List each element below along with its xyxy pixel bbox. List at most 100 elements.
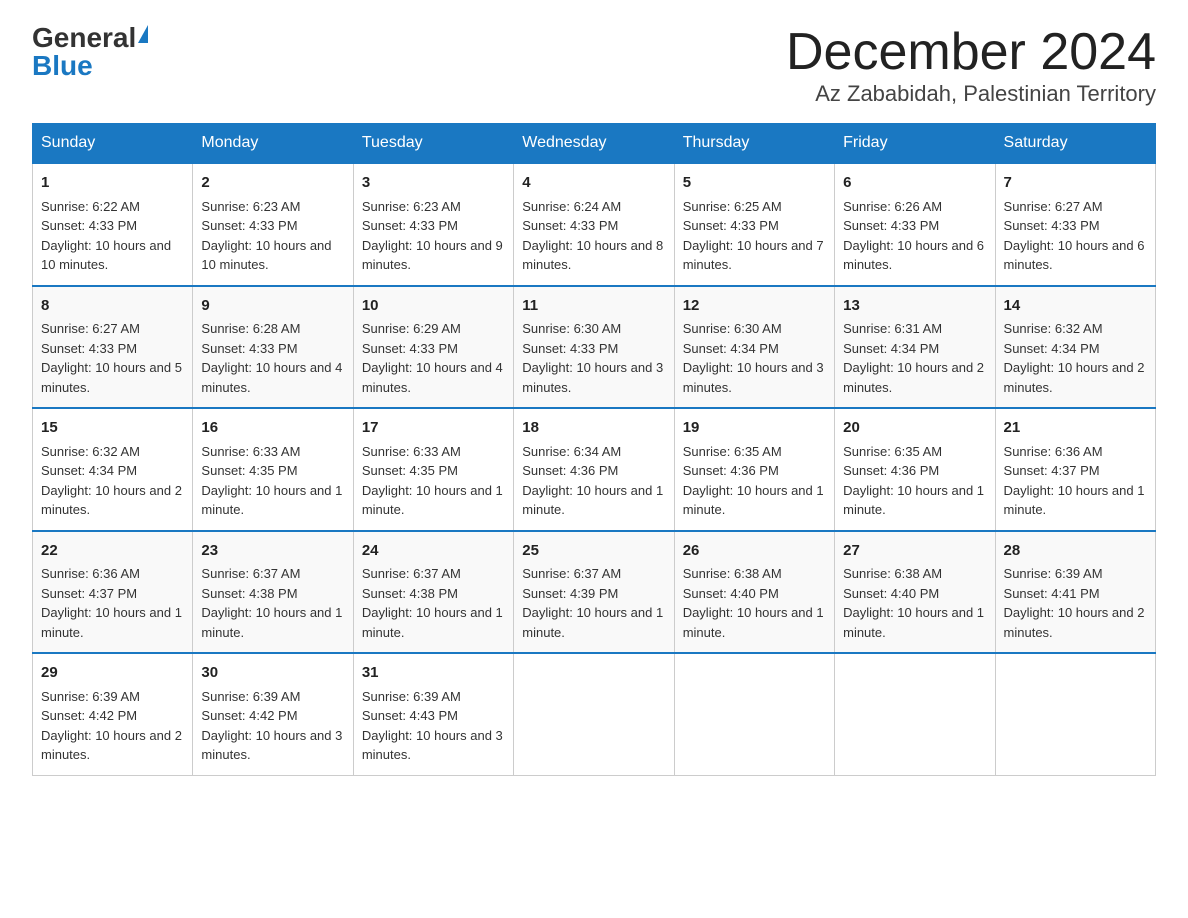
sunset-text: Sunset: 4:40 PM: [843, 586, 939, 601]
sunset-text: Sunset: 4:34 PM: [843, 341, 939, 356]
sunrise-text: Sunrise: 6:32 AM: [41, 444, 140, 459]
day-number: 10: [362, 295, 505, 318]
table-row: 28Sunrise: 6:39 AMSunset: 4:41 PMDayligh…: [995, 531, 1155, 654]
sunrise-text: Sunrise: 6:29 AM: [362, 321, 461, 336]
sunrise-text: Sunrise: 6:39 AM: [1004, 566, 1103, 581]
sunrise-text: Sunrise: 6:25 AM: [683, 199, 782, 214]
table-row: 20Sunrise: 6:35 AMSunset: 4:36 PMDayligh…: [835, 408, 995, 531]
table-row: 22Sunrise: 6:36 AMSunset: 4:37 PMDayligh…: [33, 531, 193, 654]
table-row: 18Sunrise: 6:34 AMSunset: 4:36 PMDayligh…: [514, 408, 674, 531]
sunset-text: Sunset: 4:33 PM: [522, 218, 618, 233]
daylight-text: Daylight: 10 hours and 1 minute.: [522, 605, 663, 640]
daylight-text: Daylight: 10 hours and 1 minute.: [522, 483, 663, 518]
day-number: 16: [201, 417, 344, 440]
table-row: 23Sunrise: 6:37 AMSunset: 4:38 PMDayligh…: [193, 531, 353, 654]
logo: General Blue: [32, 24, 148, 80]
calendar-week-3: 15Sunrise: 6:32 AMSunset: 4:34 PMDayligh…: [33, 408, 1156, 531]
day-number: 9: [201, 295, 344, 318]
sunset-text: Sunset: 4:35 PM: [201, 463, 297, 478]
table-row: 4 Sunrise: 6:24 AM Sunset: 4:33 PM Daylight…: [514, 163, 674, 286]
table-row: 17Sunrise: 6:33 AMSunset: 4:35 PMDayligh…: [353, 408, 513, 531]
day-number: 15: [41, 417, 184, 440]
sunset-text: Sunset: 4:33 PM: [522, 341, 618, 356]
sunrise-text: Sunrise: 6:24 AM: [522, 199, 621, 214]
daylight-text: Daylight: 10 hours and 10 minutes.: [201, 238, 331, 273]
table-row: [674, 653, 834, 775]
sunrise-text: Sunrise: 6:31 AM: [843, 321, 942, 336]
table-row: [835, 653, 995, 775]
sunset-text: Sunset: 4:35 PM: [362, 463, 458, 478]
day-number: 27: [843, 540, 986, 563]
daylight-text: Daylight: 10 hours and 2 minutes.: [1004, 360, 1145, 395]
table-row: 19Sunrise: 6:35 AMSunset: 4:36 PMDayligh…: [674, 408, 834, 531]
daylight-text: Daylight: 10 hours and 6 minutes.: [843, 238, 984, 273]
day-number: 29: [41, 662, 184, 685]
table-row: 10Sunrise: 6:29 AMSunset: 4:33 PMDayligh…: [353, 286, 513, 409]
day-number: 4: [522, 172, 665, 195]
sunrise-text: Sunrise: 6:35 AM: [683, 444, 782, 459]
daylight-text: Daylight: 10 hours and 1 minute.: [843, 605, 984, 640]
sunrise-text: Sunrise: 6:35 AM: [843, 444, 942, 459]
table-row: 29Sunrise: 6:39 AMSunset: 4:42 PMDayligh…: [33, 653, 193, 775]
col-monday: Monday: [193, 124, 353, 164]
daylight-text: Daylight: 10 hours and 4 minutes.: [201, 360, 342, 395]
sunset-text: Sunset: 4:34 PM: [683, 341, 779, 356]
daylight-text: Daylight: 10 hours and 3 minutes.: [201, 728, 342, 763]
sunrise-text: Sunrise: 6:22 AM: [41, 199, 140, 214]
logo-blue: Blue: [32, 52, 93, 80]
table-row: 2Sunrise: 6:23 AMSunset: 4:33 PMDaylight…: [193, 163, 353, 286]
sunset-text: Sunset: 4:33 PM: [362, 218, 458, 233]
sunrise-text: Sunrise: 6:37 AM: [362, 566, 461, 581]
col-wednesday: Wednesday: [514, 124, 674, 164]
sunrise-text: Sunrise: 6:38 AM: [683, 566, 782, 581]
table-row: 14Sunrise: 6:32 AMSunset: 4:34 PMDayligh…: [995, 286, 1155, 409]
calendar-week-5: 29 Sunrise: 6:39 AM Sunset: 4:42 PM Dayligh…: [33, 653, 1156, 775]
sunrise-text: Sunrise: 6:38 AM: [843, 566, 942, 581]
day-number: 6: [843, 172, 986, 195]
daylight-text: Daylight: 10 hours and 1 minute.: [362, 605, 503, 640]
sunrise-text: Sunrise: 6:39 AM: [362, 689, 461, 704]
sunset-text: Sunset: 4:38 PM: [201, 586, 297, 601]
sunset-text: Sunset: 4:33 PM: [41, 341, 137, 356]
daylight-text: Daylight: 10 hours and 5 minutes.: [41, 360, 182, 395]
daylight-text: Daylight: 10 hours and 7 minutes.: [683, 238, 824, 273]
daylight-text: Daylight: 10 hours and 3 minutes.: [683, 360, 824, 395]
table-row: 15Sunrise: 6:32 AMSunset: 4:34 PMDayligh…: [33, 408, 193, 531]
sunset-text: Sunset: 4:40 PM: [683, 586, 779, 601]
day-number: 14: [1004, 295, 1147, 318]
sunset-text: Sunset: 4:42 PM: [41, 708, 137, 723]
table-row: 13Sunrise: 6:31 AMSunset: 4:34 PMDayligh…: [835, 286, 995, 409]
table-row: 1Sunrise: 6:22 AMSunset: 4:33 PMDaylight…: [33, 163, 193, 286]
table-row: 9Sunrise: 6:28 AMSunset: 4:33 PMDaylight…: [193, 286, 353, 409]
calendar-week-2: 8Sunrise: 6:27 AMSunset: 4:33 PMDaylight…: [33, 286, 1156, 409]
sunrise-text: Sunrise: 6:26 AM: [843, 199, 942, 214]
sunrise-text: Sunrise: 6:34 AM: [522, 444, 621, 459]
day-number: 11: [522, 295, 665, 318]
day-number: 31: [362, 662, 505, 685]
table-row: [995, 653, 1155, 775]
daylight-text: Daylight: 10 hours and 1 minute.: [201, 483, 342, 518]
day-number: 23: [201, 540, 344, 563]
sunset-text: Sunset: 4:36 PM: [683, 463, 779, 478]
page-header: General Blue December 2024 Az Zababidah,…: [32, 24, 1156, 107]
day-number: 21: [1004, 417, 1147, 440]
daylight-text: Daylight: 10 hours and 1 minute.: [362, 483, 503, 518]
col-tuesday: Tuesday: [353, 124, 513, 164]
sunset-text: Sunset: 4:37 PM: [41, 586, 137, 601]
daylight-text: Daylight: 10 hours and 3 minutes.: [362, 728, 503, 763]
sunset-text: Sunset: 4:33 PM: [201, 341, 297, 356]
day-number: 1: [41, 172, 184, 195]
day-number: 13: [843, 295, 986, 318]
daylight-text: Daylight: 10 hours and 8 minutes.: [522, 238, 663, 273]
sunrise-text: Sunrise: 6:37 AM: [201, 566, 300, 581]
sunrise-text: Sunrise: 6:23 AM: [362, 199, 461, 214]
table-row: 3Sunrise: 6:23 AMSunset: 4:33 PMDaylight…: [353, 163, 513, 286]
sunset-text: Sunset: 4:37 PM: [1004, 463, 1100, 478]
sunrise-text: Sunrise: 6:37 AM: [522, 566, 621, 581]
month-year-title: December 2024: [786, 24, 1156, 81]
title-block: December 2024 Az Zababidah, Palestinian …: [786, 24, 1156, 107]
sunset-text: Sunset: 4:41 PM: [1004, 586, 1100, 601]
day-number: 19: [683, 417, 826, 440]
daylight-text: Daylight: 10 hours and 1 minute.: [41, 605, 182, 640]
daylight-text: Daylight: 10 hours and 2 minutes.: [41, 483, 182, 518]
